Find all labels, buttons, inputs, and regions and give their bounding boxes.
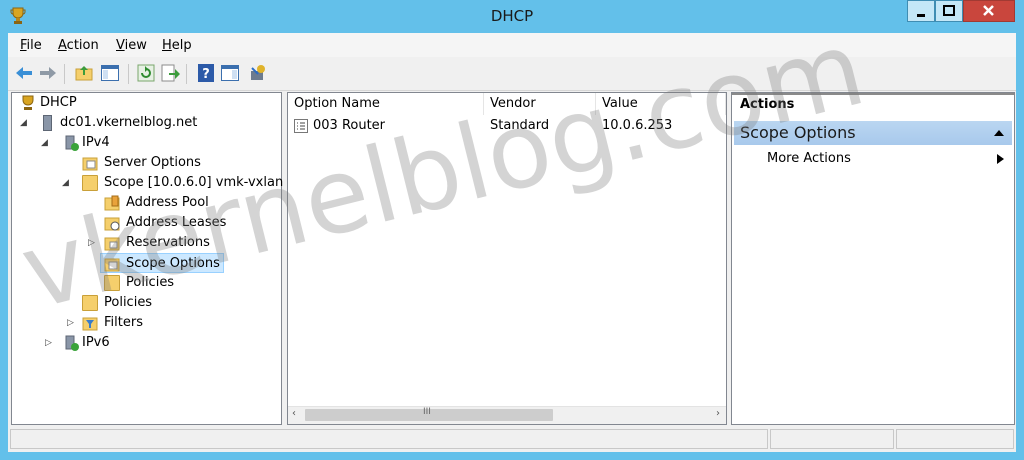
menu-view[interactable]: View	[116, 38, 147, 53]
back-arrow-icon[interactable]	[14, 63, 34, 83]
title-bar[interactable]: DHCP	[0, 0, 1024, 33]
menu-help[interactable]: Help	[162, 38, 192, 53]
svg-text:?: ?	[202, 67, 210, 82]
column-header-option-name[interactable]: Option Name	[288, 93, 484, 115]
menu-file[interactable]: File	[20, 38, 42, 53]
close-button[interactable]	[963, 0, 1015, 22]
collapsed-arrow-icon[interactable]: ▷	[67, 313, 74, 333]
refresh-icon[interactable]	[136, 63, 156, 83]
tree-node-dhcp[interactable]: DHCP	[12, 93, 272, 113]
actions-title: Actions	[740, 97, 795, 112]
collapsed-arrow-icon[interactable]: ▷	[88, 233, 95, 253]
actions-section-label: Scope Options	[740, 123, 856, 142]
results-list: Option Name Vendor Value 003 Router Stan…	[287, 92, 727, 425]
export-list-icon[interactable]	[160, 63, 180, 83]
address-pool-icon	[104, 195, 120, 211]
scroll-left-icon[interactable]: ‹	[292, 408, 296, 419]
tree-node-ipv6[interactable]: ▷ IPv6	[12, 333, 272, 353]
server-icon	[43, 115, 52, 131]
status-cell-2	[770, 429, 894, 449]
client-area: File Action View Help ? DHCP ◢ dc01.vker…	[8, 33, 1016, 452]
tree-node-reservations[interactable]: ▷ Reservations	[12, 233, 272, 253]
tree-node-policies[interactable]: Policies	[12, 293, 272, 313]
expanded-arrow-icon[interactable]: ◢	[62, 173, 69, 193]
folder-icon	[82, 295, 98, 311]
cell-vendor: Standard	[490, 118, 550, 133]
column-header-vendor[interactable]: Vendor	[484, 93, 596, 115]
expanded-arrow-icon[interactable]: ◢	[41, 133, 48, 153]
status-cell-1	[10, 429, 768, 449]
submenu-arrow-icon[interactable]	[997, 154, 1004, 164]
tree-node-address-pool[interactable]: Address Pool	[12, 193, 272, 213]
console-tree: DHCP ◢ dc01.vkernelblog.net ◢ IPv4 Serve…	[11, 92, 283, 425]
scope-options-folder-icon	[104, 258, 120, 272]
tree-node-scope[interactable]: ◢ Scope [10.0.6.0] vmk-vxlan	[12, 173, 283, 193]
tree-node-ipv4[interactable]: ◢ IPv4	[12, 133, 272, 153]
ipv6-server-icon	[65, 335, 79, 351]
dhcp-trophy-icon	[22, 95, 34, 110]
close-icon	[983, 5, 994, 16]
show-hide-console-tree-icon[interactable]	[100, 63, 120, 83]
tree-node-scope-policies[interactable]: Policies	[12, 273, 272, 293]
forward-arrow-icon[interactable]	[38, 63, 58, 83]
menu-bar: File Action View Help	[8, 33, 1016, 57]
tree-node-address-leases[interactable]: Address Leases	[12, 213, 272, 233]
tree-node-server[interactable]: ◢ dc01.vkernelblog.net	[12, 113, 272, 133]
options-folder-icon	[82, 157, 98, 171]
column-header-value[interactable]: Value	[596, 93, 726, 115]
collapsed-arrow-icon[interactable]: ▷	[45, 333, 52, 353]
menu-action[interactable]: Action	[58, 38, 99, 53]
status-bar	[8, 427, 1016, 451]
tree-node-scope-options[interactable]: Scope Options	[100, 253, 224, 273]
folder-icon	[104, 275, 120, 291]
dhcp-window: DHCP File Action View Help ? DHCP ◢ dc01…	[0, 0, 1024, 460]
minimize-button[interactable]	[907, 0, 935, 22]
action-more-actions[interactable]: More Actions	[767, 151, 851, 166]
collapse-up-icon[interactable]	[994, 129, 1004, 136]
horizontal-scrollbar[interactable]: ‹ III ›	[288, 406, 726, 424]
up-folder-icon[interactable]	[74, 63, 94, 83]
status-cell-3	[896, 429, 1014, 449]
folder-icon	[82, 175, 98, 191]
table-row[interactable]: 003 Router Standard 10.0.6.253	[288, 116, 726, 136]
dhcp-tools-icon[interactable]	[248, 63, 268, 83]
tree-node-filters[interactable]: ▷ Filters	[12, 313, 272, 333]
cell-value: 10.0.6.253	[602, 118, 673, 133]
maximize-button[interactable]	[935, 0, 963, 22]
actions-pane: Actions Scope Options More Actions	[731, 92, 1015, 425]
help-icon[interactable]: ?	[196, 63, 216, 83]
tree-node-server-options[interactable]: Server Options	[12, 153, 272, 173]
reservations-icon	[104, 237, 120, 251]
show-hide-action-pane-icon[interactable]	[220, 63, 240, 83]
expanded-arrow-icon[interactable]: ◢	[20, 113, 27, 133]
maximize-icon	[943, 5, 955, 16]
toolbar: ?	[8, 58, 1016, 91]
ipv4-server-icon	[65, 135, 79, 151]
scroll-right-icon[interactable]: ›	[716, 408, 720, 419]
actions-section-scope-options[interactable]: Scope Options	[734, 121, 1012, 145]
window-title: DHCP	[490, 7, 534, 25]
address-leases-icon	[104, 217, 120, 231]
scroll-thumb[interactable]: III	[305, 407, 553, 421]
minimize-icon	[917, 14, 925, 17]
option-list-icon	[294, 119, 308, 133]
filter-folder-icon	[82, 317, 98, 331]
scroll-thumb-grip: III	[423, 407, 431, 417]
cell-option-name: 003 Router	[313, 118, 386, 133]
